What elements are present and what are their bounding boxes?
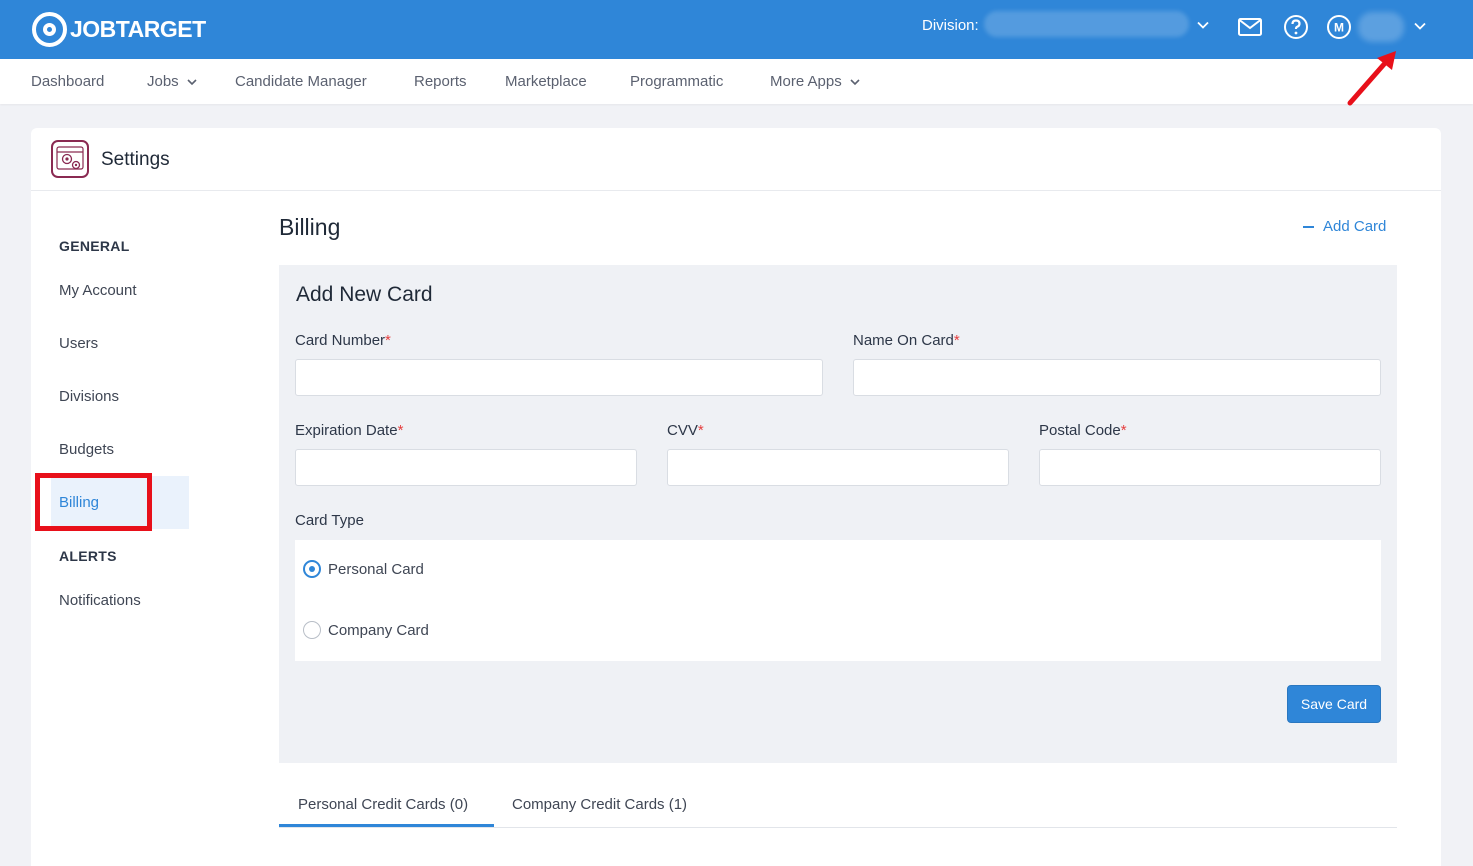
postal-code-input[interactable] — [1039, 449, 1381, 486]
settings-gear-icon — [51, 140, 89, 178]
help-icon[interactable] — [1283, 14, 1309, 40]
nav-label: Candidate Manager — [235, 73, 367, 90]
user-initial: M — [1334, 21, 1344, 35]
tab-personal-credit-cards[interactable]: Personal Credit Cards (0) — [298, 796, 468, 813]
nav-more-apps[interactable]: More Apps — [770, 73, 861, 90]
settings-card: Settings GENERAL My Account Users Divisi… — [31, 128, 1441, 866]
chevron-down-icon[interactable] — [1196, 18, 1210, 32]
credit-card-tabs: Personal Credit Cards (0) Company Credit… — [279, 781, 1397, 828]
nav-label: Dashboard — [31, 73, 105, 90]
expiration-date-label: Expiration Date* — [295, 422, 403, 439]
label-text: Card Number — [295, 332, 386, 349]
settings-header: Settings — [31, 128, 1441, 191]
jobtarget-logo[interactable]: JOBTARGET — [32, 11, 206, 47]
name-on-card-label: Name On Card* — [853, 332, 960, 349]
card-type-label: Card Type — [295, 512, 364, 529]
label-text: Expiration Date — [295, 422, 398, 439]
user-avatar-icon[interactable]: M — [1326, 14, 1352, 40]
cvv-input[interactable] — [667, 449, 1009, 486]
name-on-card-input[interactable] — [853, 359, 1381, 396]
sidebar-item-budgets[interactable]: Budgets — [59, 441, 114, 458]
top-bar: JOBTARGET Division: M — [0, 0, 1473, 59]
logo-text: JOBTARGET — [70, 15, 206, 42]
radio-label: Personal Card — [328, 560, 424, 578]
card-number-input[interactable] — [295, 359, 823, 396]
radio-label: Company Card — [328, 621, 429, 639]
nav-reports[interactable]: Reports — [414, 73, 467, 90]
form-title: Add New Card — [296, 283, 433, 306]
division-label: Division: — [922, 17, 979, 34]
required-mark: * — [397, 422, 404, 439]
label-text: CVV — [667, 422, 698, 439]
save-card-button[interactable]: Save Card — [1287, 685, 1381, 723]
card-type-group: Personal Card Company Card — [295, 540, 1381, 661]
nav-label: More Apps — [770, 73, 842, 90]
billing-title: Billing — [279, 214, 341, 240]
target-logo-icon — [32, 11, 67, 47]
nav-label: Marketplace — [505, 73, 587, 90]
sidebar-item-notifications[interactable]: Notifications — [59, 592, 141, 609]
radio-company-card[interactable]: Company Card — [303, 621, 429, 639]
required-mark: * — [953, 332, 960, 349]
main-nav: Dashboard Jobs Candidate Manager Reports… — [0, 59, 1473, 104]
card-number-label: Card Number* — [295, 332, 391, 349]
user-name[interactable] — [1358, 12, 1404, 42]
cvv-label: CVV* — [667, 422, 704, 439]
add-card-label: Add Card — [1323, 218, 1387, 235]
radio-checked-icon[interactable] — [303, 560, 321, 578]
mail-icon[interactable] — [1237, 14, 1263, 40]
required-mark: * — [385, 332, 391, 349]
radio-unchecked-icon[interactable] — [303, 621, 321, 639]
label-text: Name On Card — [853, 332, 954, 349]
sidebar-item-my-account[interactable]: My Account — [59, 282, 137, 299]
nav-dashboard[interactable]: Dashboard — [31, 73, 104, 90]
radio-personal-card[interactable]: Personal Card — [303, 560, 424, 578]
chevron-down-icon — [850, 78, 860, 85]
required-mark: * — [1120, 422, 1127, 439]
user-menu-chevron-icon[interactable] — [1413, 19, 1427, 33]
nav-label: Reports — [414, 73, 467, 90]
add-card-form: Add New Card Card Number* Name On Card* … — [279, 265, 1397, 763]
nav-candidate-manager[interactable]: Candidate Manager — [235, 73, 367, 90]
division-selector[interactable] — [984, 11, 1189, 37]
chevron-down-icon — [187, 78, 197, 85]
red-arrow-annotation — [1347, 51, 1396, 106]
postal-code-label: Postal Code* — [1039, 422, 1127, 439]
expiration-date-input[interactable] — [295, 449, 637, 486]
required-mark: * — [697, 422, 704, 439]
settings-title: Settings — [101, 149, 170, 170]
nav-jobs[interactable]: Jobs — [147, 73, 198, 90]
nav-label: Programmatic — [630, 73, 724, 90]
sidebar-heading-alerts: ALERTS — [59, 548, 117, 564]
label-text: Postal Code — [1039, 422, 1121, 439]
sidebar-item-users[interactable]: Users — [59, 335, 98, 352]
nav-programmatic[interactable]: Programmatic — [630, 73, 723, 90]
sidebar-heading-general: GENERAL — [59, 238, 130, 254]
nav-marketplace[interactable]: Marketplace — [505, 73, 587, 90]
minus-icon — [1303, 225, 1314, 228]
red-highlight-annotation — [35, 473, 152, 531]
tab-company-credit-cards[interactable]: Company Credit Cards (1) — [512, 796, 687, 813]
active-tab-indicator — [279, 824, 494, 827]
add-card-toggle-link[interactable]: Add Card — [1303, 218, 1386, 235]
sidebar-item-divisions[interactable]: Divisions — [59, 388, 119, 405]
nav-label: Jobs — [147, 73, 179, 90]
